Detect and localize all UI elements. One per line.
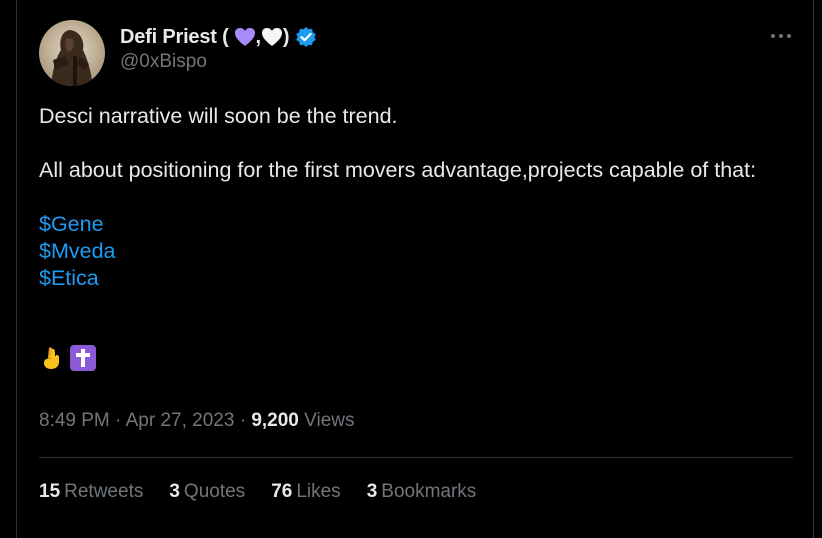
tweet-line-2: All about positioning for the first move… bbox=[39, 158, 757, 182]
tweet-meta: 8:49 PM · Apr 27, 2023 · 9,200 Views bbox=[39, 410, 354, 432]
meta-separator: · bbox=[115, 410, 122, 431]
likes-label: Likes bbox=[296, 481, 341, 502]
white-heart-icon bbox=[261, 28, 282, 46]
tweet-text: Desci narrative will soon be the trend. … bbox=[39, 103, 799, 292]
name-emoji-group: , ) bbox=[234, 26, 290, 49]
bookmarks-count: 3 bbox=[366, 481, 378, 502]
tweet-card: Defi Priest ( , ) @0xBispo Desci narrati… bbox=[16, 0, 814, 538]
engagement-stats: 15 Retweets 3 Quotes 76 Likes 3 Bookmarks bbox=[39, 481, 476, 503]
quotes-label: Quotes bbox=[183, 481, 246, 502]
more-options-icon[interactable] bbox=[769, 26, 793, 46]
tweet-time[interactable]: 8:49 PM bbox=[39, 410, 110, 431]
retweets-label: Retweets bbox=[64, 481, 144, 502]
divider bbox=[39, 457, 793, 458]
stat-quotes[interactable]: 3 Quotes bbox=[169, 481, 245, 503]
stat-bookmarks[interactable]: 3 Bookmarks bbox=[367, 481, 477, 503]
tweet-line-1: Desci narrative will soon be the trend. bbox=[39, 104, 398, 128]
views-label: Views bbox=[304, 410, 355, 431]
bookmarks-label: Bookmarks bbox=[381, 481, 477, 502]
tweet-date[interactable]: Apr 27, 2023 bbox=[126, 410, 235, 431]
views-count: 9,200 bbox=[251, 410, 299, 431]
purple-heart-icon bbox=[234, 28, 255, 46]
cashtag-gene[interactable]: $Gene bbox=[39, 211, 799, 238]
author-name-row[interactable]: Defi Priest ( , ) bbox=[120, 24, 317, 50]
cashtag-mveda[interactable]: $Mveda bbox=[39, 238, 799, 265]
meta-separator-2: · bbox=[239, 410, 247, 431]
avatar[interactable] bbox=[39, 20, 105, 86]
stat-likes[interactable]: 76 Likes bbox=[271, 481, 341, 503]
latin-cross-icon bbox=[70, 345, 96, 371]
author-handle[interactable]: @0xBispo bbox=[120, 51, 207, 73]
display-name[interactable]: Defi Priest ( bbox=[120, 26, 229, 49]
retweets-count: 15 bbox=[39, 481, 61, 502]
likes-count: 76 bbox=[271, 481, 293, 502]
stat-retweets[interactable]: 15 Retweets bbox=[39, 481, 143, 503]
verified-badge-icon bbox=[296, 27, 317, 47]
name-close: ) bbox=[282, 25, 290, 48]
avatar-image bbox=[39, 20, 105, 86]
crossed-fingers-icon bbox=[44, 347, 59, 369]
cashtag-etica[interactable]: $Etica bbox=[39, 265, 799, 292]
emoji-row bbox=[39, 344, 97, 372]
quotes-count: 3 bbox=[169, 481, 180, 502]
cashtag-list: $Gene $Mveda $Etica bbox=[39, 211, 799, 292]
